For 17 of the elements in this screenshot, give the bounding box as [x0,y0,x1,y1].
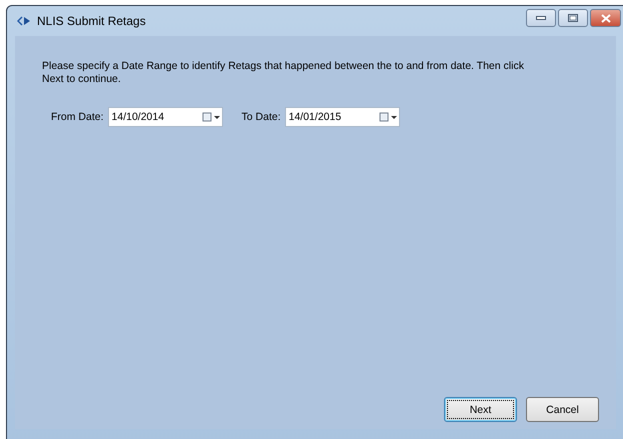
app-logo-icon [17,16,31,26]
maximize-button[interactable] [558,9,588,27]
next-button[interactable]: Next [444,397,517,422]
minimize-button[interactable] [526,9,556,27]
date-picker[interactable]: 14/10/2014 [108,107,223,127]
date-picker[interactable]: 14/01/2015 [284,107,400,127]
date-label: To Date: [242,111,281,123]
window-title: NLIS Submit Retags [37,14,146,28]
date-label: From Date: [51,111,104,123]
calendar-dropdown-icon [378,112,399,122]
close-button[interactable] [590,9,621,27]
calendar-dropdown-icon [202,112,222,122]
minimize-icon [536,16,546,20]
close-icon [600,14,610,22]
instructions-text: Please specify a Date Range to identify Retags that happened between the to and from date. Then click Next to continue. [42,60,525,86]
maximize-icon [568,14,578,22]
cancel-button[interactable]: Cancel [526,397,599,422]
